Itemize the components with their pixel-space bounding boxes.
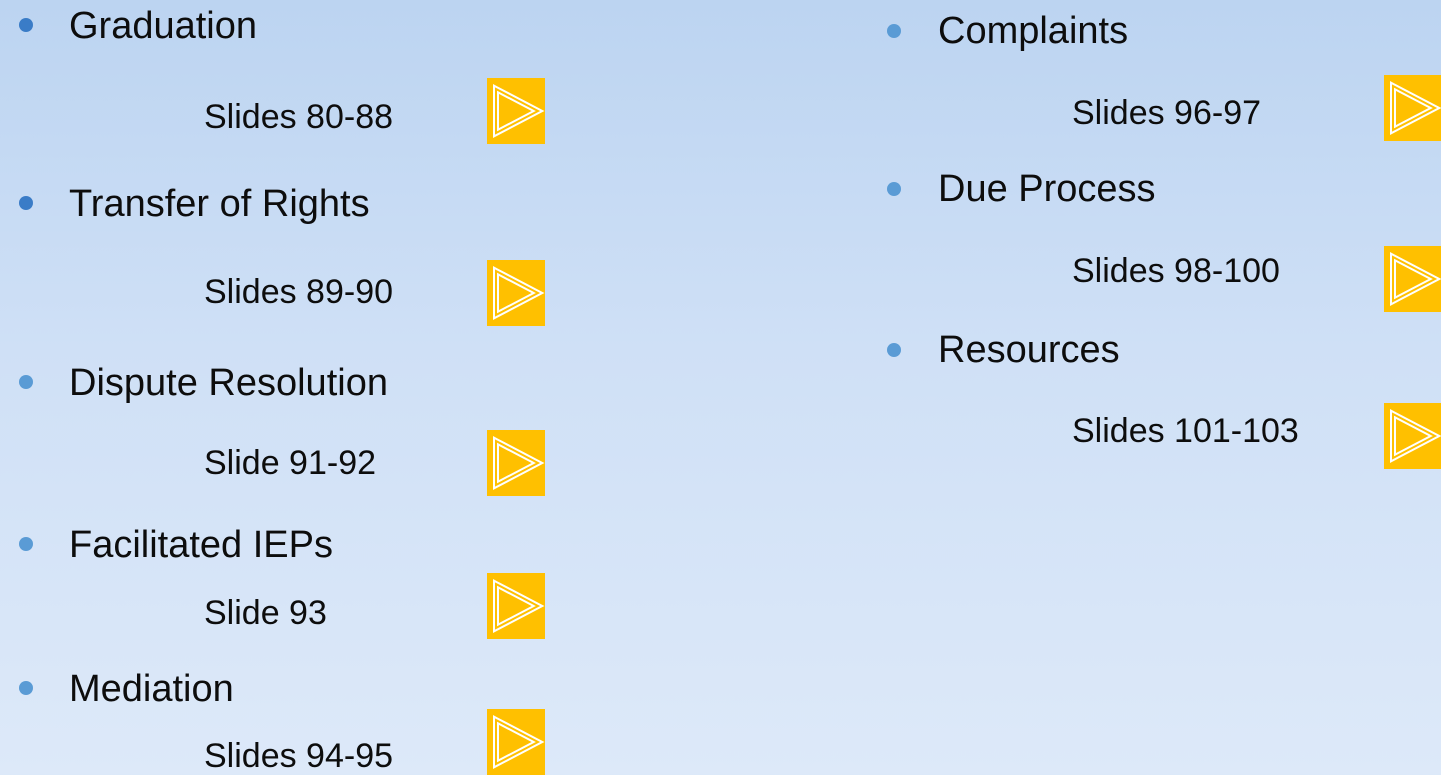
play-arrow-icon bbox=[493, 715, 545, 769]
bullet-graduation bbox=[19, 18, 33, 32]
play-arrow-icon bbox=[1390, 409, 1441, 463]
slides-range-graduation: Slides 80-88 bbox=[204, 98, 394, 136]
play-button-facilitated-ieps[interactable] bbox=[487, 573, 545, 639]
bullet-due-process bbox=[887, 182, 901, 196]
bullet-mediation bbox=[19, 681, 33, 695]
play-button-due-process[interactable] bbox=[1384, 246, 1441, 312]
play-arrow-icon bbox=[1390, 252, 1441, 306]
play-button-resources[interactable] bbox=[1384, 403, 1441, 469]
play-arrow-icon bbox=[1390, 81, 1441, 135]
bullet-dispute-resolution bbox=[19, 375, 33, 389]
topic-mediation: Mediation bbox=[69, 668, 234, 710]
play-arrow-icon bbox=[493, 436, 545, 490]
play-button-complaints[interactable] bbox=[1384, 75, 1441, 141]
topic-complaints: Complaints bbox=[938, 10, 1129, 52]
slides-range-resources: Slides 101-103 bbox=[1072, 412, 1299, 450]
topic-facilitated-ieps: Facilitated IEPs bbox=[69, 524, 333, 566]
play-arrow-icon bbox=[493, 84, 545, 138]
bullet-resources bbox=[887, 343, 901, 357]
bullet-facilitated-ieps bbox=[19, 537, 33, 551]
play-button-graduation[interactable] bbox=[487, 78, 545, 144]
topic-dispute-resolution: Dispute Resolution bbox=[69, 362, 388, 404]
slides-range-facilitated-ieps: Slide 93 bbox=[204, 594, 327, 632]
topic-transfer-of-rights: Transfer of Rights bbox=[69, 183, 370, 225]
play-arrow-icon bbox=[493, 266, 545, 320]
topic-resources: Resources bbox=[938, 329, 1120, 371]
slides-range-mediation: Slides 94-95 bbox=[204, 737, 394, 775]
play-button-transfer-of-rights[interactable] bbox=[487, 260, 545, 326]
play-arrow-icon bbox=[493, 579, 545, 633]
slides-range-dispute-resolution: Slide 91-92 bbox=[204, 444, 377, 482]
topic-graduation: Graduation bbox=[69, 5, 258, 47]
slide-canvas: Graduation Slides 80-88 Transfer of Righ… bbox=[0, 0, 1441, 775]
topic-due-process: Due Process bbox=[938, 168, 1156, 210]
bullet-transfer-of-rights bbox=[19, 196, 33, 210]
play-button-mediation[interactable] bbox=[487, 709, 545, 775]
slides-range-transfer-of-rights: Slides 89-90 bbox=[204, 273, 394, 311]
bullet-complaints bbox=[887, 24, 901, 38]
play-button-dispute-resolution[interactable] bbox=[487, 430, 545, 496]
slides-range-complaints: Slides 96-97 bbox=[1072, 94, 1262, 132]
slides-range-due-process: Slides 98-100 bbox=[1072, 252, 1280, 290]
